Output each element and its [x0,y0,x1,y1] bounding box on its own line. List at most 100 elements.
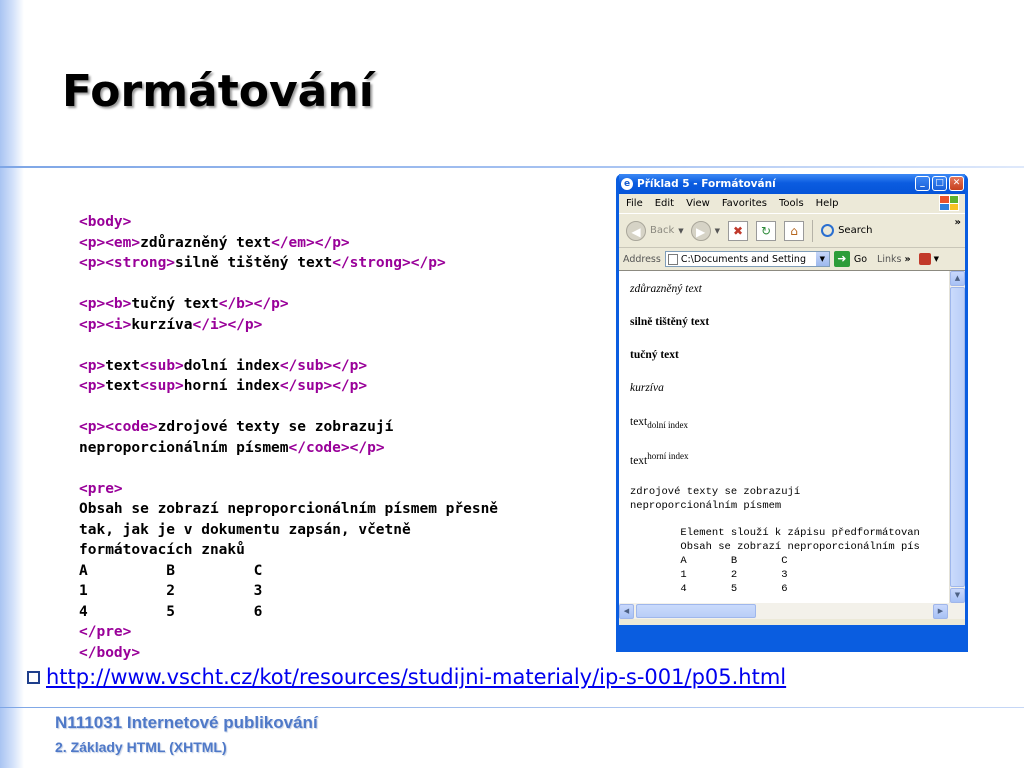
back-arrow-icon[interactable]: ◀ [626,220,646,241]
links-chevron-icon[interactable]: » [904,254,910,265]
footer-divider [0,707,1024,708]
rendered-pre-line: A B C [630,555,788,567]
code-tag: <i> [105,316,132,333]
browser-titlebar[interactable]: e Příklad 5 - Formátování _ □ ✕ [619,174,965,194]
browser-window-title: Příklad 5 - Formátování [637,178,776,190]
close-button[interactable]: ✕ [949,176,964,191]
code-tag: <sup> [140,378,184,394]
menu-file[interactable]: File [626,198,643,209]
vertical-scroll-thumb[interactable] [950,287,965,587]
code-tag: <p> [79,316,106,333]
footer-course: N111031 Internetové publikování [55,713,318,732]
rendered-superscript: horní index [647,451,689,461]
menu-tools[interactable]: Tools [779,198,804,209]
code-tag: </sub> [279,357,333,374]
code-tag: <p> [79,419,106,435]
code-text: zdrojové texty se zobrazují [157,419,394,435]
code-pre-line: A B C [79,562,263,579]
rendered-pre-line: Element slouží k zápisu předformátovan [630,527,920,539]
code-tag: </p> [227,316,263,333]
browser-viewport: zdůrazněný text silně tištěný text tučný… [619,270,965,603]
code-tag: <p> [79,378,106,394]
code-pre-line: Obsah se zobrazí neproporcionálním písme… [79,501,499,517]
scroll-up-icon[interactable]: ▲ [950,271,965,286]
menu-edit[interactable]: Edit [655,198,674,209]
search-icon[interactable] [821,224,835,237]
go-arrow-icon[interactable]: ➜ [833,251,850,267]
code-tag: <b> [105,296,132,312]
rendered-code-line: zdrojové texty se zobrazují [630,486,801,498]
code-line: <p><b>tučný text</b></p> [79,294,599,315]
scroll-left-icon[interactable]: ◀ [619,604,634,619]
menu-help[interactable]: Help [816,198,839,209]
code-text: silně tištěný text [175,255,333,271]
code-line: </body> [79,643,599,664]
code-tag: <p> [79,255,106,271]
horizontal-scrollbar[interactable]: ◀ ▶ [619,603,965,619]
window-controls: _ □ ✕ [915,176,964,191]
menu-favorites[interactable]: Favorites [722,198,767,209]
rendered-italic: kurzíva [630,382,664,394]
forward-dropdown-icon[interactable]: ▼ [715,227,720,235]
vertical-scrollbar[interactable]: ▲ ▼ [949,271,965,603]
scroll-right-icon[interactable]: ▶ [933,604,948,619]
example-link[interactable]: http://www.vscht.cz/kot/resources/studij… [46,665,786,689]
refresh-icon[interactable]: ↻ [756,220,777,241]
toolbar-separator [812,219,814,242]
maximize-button[interactable]: □ [932,176,947,191]
back-button-label[interactable]: Back [650,225,674,236]
code-tag: </em> [271,234,315,251]
address-dropdown-icon[interactable]: ▼ [815,252,829,266]
rendered-pre-line: 4 5 6 [630,583,788,595]
address-value: C:\Documents and Setting [680,253,806,265]
home-icon[interactable]: ⌂ [784,220,805,241]
toolbar-extension-icon[interactable] [918,253,931,265]
scroll-down-icon[interactable]: ▼ [950,588,965,603]
links-label[interactable]: Links [877,254,901,265]
code-tag: <em> [105,234,141,251]
code-tag: <code> [105,419,158,435]
code-line: <p><code>zdrojové texty se zobrazují [79,417,599,438]
rendered-text: text [630,455,648,467]
menu-view[interactable]: View [686,198,710,209]
code-tag: <strong> [105,255,176,271]
rendered-em: zdůrazněný text [630,283,702,295]
address-label: Address [623,253,661,265]
horizontal-scroll-thumb[interactable] [636,604,756,618]
extension-dropdown-icon[interactable]: ▼ [934,255,939,263]
code-tag: </p> [332,357,368,374]
address-input[interactable]: C:\Documents and Setting ▼ [664,251,830,267]
toolbar-chevron-icon[interactable]: » [955,217,961,228]
code-pre-line: 1 2 3 [79,583,263,599]
code-tag: <p> [79,357,106,374]
browser-toolbar: ◀ Back ▼ ▶ ▼ ✖ ↻ ⌂ Search » [619,213,965,247]
code-text: neproporcionálním písmem [79,439,289,456]
code-pre-line: 4 5 6 [79,603,263,620]
status-bar [619,619,965,625]
code-line: <p>text<sub>dolní index</sub></p> [79,356,599,377]
forward-arrow-icon[interactable]: ▶ [690,220,711,241]
rendered-text: text [630,416,648,428]
code-tag: <sub> [140,357,184,374]
code-pre-line: formátovacích znaků [79,542,245,558]
back-dropdown-icon[interactable]: ▼ [678,227,683,235]
ie-logo-icon: e [621,178,633,190]
rendered-code-line: neproporcionálním písmem [630,500,782,512]
code-text: horní index [183,378,280,394]
rendered-pre-line: Obsah se zobrazí neproporcionálním pís [630,541,920,553]
search-button-label[interactable]: Search [838,225,872,236]
stop-icon[interactable]: ✖ [728,220,749,241]
go-button[interactable]: Go [854,254,867,265]
minimize-button[interactable]: _ [915,176,930,191]
code-line: <pre> [79,479,599,500]
code-tag: <body> [79,214,132,230]
code-line: <p>text<sup>horní index</sup></p> [79,376,599,397]
code-text: zdůrazněný text [140,234,272,251]
code-line: <p><strong>silně tištěný text</strong></… [79,253,599,274]
code-tag: </p> [349,439,385,456]
rendered-superscript-line: texthorní index [630,451,689,467]
